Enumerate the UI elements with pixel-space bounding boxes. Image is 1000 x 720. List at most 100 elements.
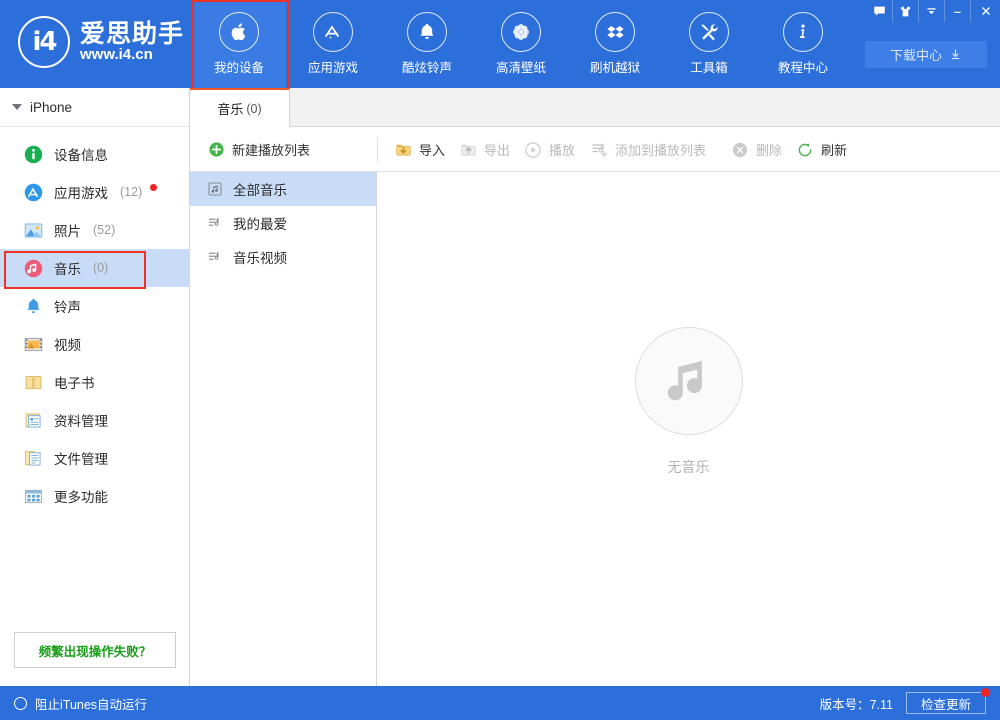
sidebar-item-label: 资料管理 xyxy=(54,410,108,430)
sidebar-item-count: (52) xyxy=(93,223,115,237)
nav-item-flash-jailbreak[interactable]: 刷机越狱 xyxy=(568,0,662,88)
minimize-icon[interactable] xyxy=(944,0,970,22)
nav-label: 应用游戏 xyxy=(308,57,358,76)
sidebar-item-file-management[interactable]: 文件管理 xyxy=(0,439,189,477)
main-nav: 我的设备 应用游戏 酷炫铃声 xyxy=(192,0,850,88)
tab-count: (0) xyxy=(246,102,261,116)
sidebar-item-label: 电子书 xyxy=(54,372,95,392)
playlist-item-music-videos[interactable]: 音乐视频 xyxy=(190,240,376,274)
playlist-panel: 全部音乐 我的最爱 xyxy=(190,172,377,686)
all-music-icon xyxy=(206,180,224,198)
delete-label: 删除 xyxy=(756,140,782,159)
sidebar-item-photos[interactable]: 照片 (52) xyxy=(0,211,189,249)
sidebar-item-label: 视频 xyxy=(54,334,81,354)
sidebar-item-videos[interactable]: 视频 xyxy=(0,325,189,363)
i4-assistant-window: i4 爱思助手 www.i4.cn 我的设备 xyxy=(0,0,1000,720)
brand-logo: i4 爱思助手 www.i4.cn xyxy=(18,16,184,68)
logo-icon: i4 xyxy=(18,16,70,68)
app-header: i4 爱思助手 www.i4.cn 我的设备 xyxy=(0,0,1000,88)
new-playlist-label: 新建播放列表 xyxy=(232,140,310,159)
feedback-icon[interactable] xyxy=(866,0,892,22)
photo-icon xyxy=(22,219,44,241)
sidebar-item-more-features[interactable]: 更多功能 xyxy=(0,477,189,515)
flower-icon xyxy=(501,12,541,52)
refresh-button[interactable]: 刷新 xyxy=(795,127,847,172)
nav-item-my-device[interactable]: 我的设备 xyxy=(192,0,286,88)
import-icon xyxy=(393,140,413,160)
refresh-label: 刷新 xyxy=(821,140,847,159)
device-header[interactable]: iPhone xyxy=(0,88,189,127)
logo-mark: i4 xyxy=(32,27,55,57)
music-icon xyxy=(22,257,44,279)
nav-item-tutorials[interactable]: 教程中心 xyxy=(756,0,850,88)
device-name: iPhone xyxy=(30,100,72,115)
add-to-playlist-icon xyxy=(589,140,609,160)
playlist-item-favorites[interactable]: 我的最爱 xyxy=(190,206,376,240)
brand-url: www.i4.cn xyxy=(80,47,184,63)
box-icon xyxy=(595,12,635,52)
info-circle-icon xyxy=(22,143,44,165)
block-itunes-toggle[interactable]: 阻止iTunes自动运行 xyxy=(14,686,147,720)
nav-label: 我的设备 xyxy=(214,57,264,76)
sidebar-item-ringtones[interactable]: 铃声 xyxy=(0,287,189,325)
sidebar-item-ebooks[interactable]: 电子书 xyxy=(0,363,189,401)
new-playlist-button[interactable]: 新建播放列表 xyxy=(206,127,310,172)
nav-label: 工具箱 xyxy=(690,57,728,76)
sidebar-item-label: 铃声 xyxy=(54,296,81,316)
nav-label: 教程中心 xyxy=(778,57,828,76)
delete-button[interactable]: 删除 xyxy=(730,127,782,172)
sidebar-item-label: 音乐 xyxy=(54,258,81,278)
import-label: 导入 xyxy=(419,140,445,159)
operation-failed-help-link[interactable]: 频繁出现操作失败？ xyxy=(14,632,176,668)
empty-state: 无音乐 xyxy=(635,327,743,477)
chevron-down-icon xyxy=(12,104,22,110)
appstore-icon xyxy=(313,12,353,52)
sidebar-item-apps-games[interactable]: 应用游戏 (12) xyxy=(0,173,189,211)
play-button[interactable]: 播放 xyxy=(523,127,575,172)
tab-music[interactable]: 音乐 (0) xyxy=(190,88,290,127)
download-center-button[interactable]: 下载中心 xyxy=(865,41,987,68)
bell-icon xyxy=(22,295,44,317)
skin-icon[interactable] xyxy=(892,0,918,22)
sidebar-item-music[interactable]: 音乐 (0) xyxy=(0,249,189,287)
sidebar-list: 设备信息 应用游戏 (12) xyxy=(0,127,189,515)
appstore-icon xyxy=(22,181,44,203)
play-label: 播放 xyxy=(549,140,575,159)
export-label: 导出 xyxy=(484,140,510,159)
nav-item-apps-games[interactable]: 应用游戏 xyxy=(286,0,380,88)
toolbar-divider xyxy=(377,137,378,162)
check-update-label: 检查更新 xyxy=(921,694,971,713)
video-icon xyxy=(22,333,44,355)
close-icon[interactable] xyxy=(970,0,1000,22)
sidebar-item-label: 照片 xyxy=(54,220,81,240)
status-bar: 阻止iTunes自动运行 版本号：7.11 检查更新 xyxy=(0,686,1000,720)
export-button[interactable]: 导出 xyxy=(458,127,510,172)
tab-label: 音乐 xyxy=(217,99,243,118)
window-controls xyxy=(866,0,1000,22)
music-content-area: 无音乐 xyxy=(377,172,1000,686)
sidebar-item-data-management[interactable]: 资料管理 xyxy=(0,401,189,439)
playlist-item-all-music[interactable]: 全部音乐 xyxy=(190,172,376,206)
nav-label: 酷炫铃声 xyxy=(402,57,452,76)
block-itunes-label: 阻止iTunes自动运行 xyxy=(35,694,147,713)
help-link-label: 频繁出现操作失败？ xyxy=(39,641,152,660)
notification-badge-icon xyxy=(150,184,157,191)
playlist-item-label: 全部音乐 xyxy=(233,179,287,199)
import-button[interactable]: 导入 xyxy=(393,127,445,172)
info-icon xyxy=(783,12,823,52)
delete-icon xyxy=(730,140,750,160)
music-toolbar: 新建播放列表 导入 导出 xyxy=(190,127,1000,172)
check-update-button[interactable]: 检查更新 xyxy=(906,692,986,714)
sidebar-item-label: 更多功能 xyxy=(54,486,108,506)
sidebar-item-label: 应用游戏 xyxy=(54,182,108,202)
sidebar-item-device-info[interactable]: 设备信息 xyxy=(0,135,189,173)
nav-item-toolbox[interactable]: 工具箱 xyxy=(662,0,756,88)
nav-item-ringtones[interactable]: 酷炫铃声 xyxy=(380,0,474,88)
add-to-playlist-button[interactable]: 添加到播放列表 xyxy=(589,127,706,172)
add-to-playlist-label: 添加到播放列表 xyxy=(615,140,706,159)
nav-item-wallpapers[interactable]: 高清壁纸 xyxy=(474,0,568,88)
book-icon xyxy=(22,371,44,393)
menu-dropdown-icon[interactable] xyxy=(918,0,944,22)
playlist-item-label: 音乐视频 xyxy=(233,247,287,267)
download-arrow-icon xyxy=(949,48,962,61)
